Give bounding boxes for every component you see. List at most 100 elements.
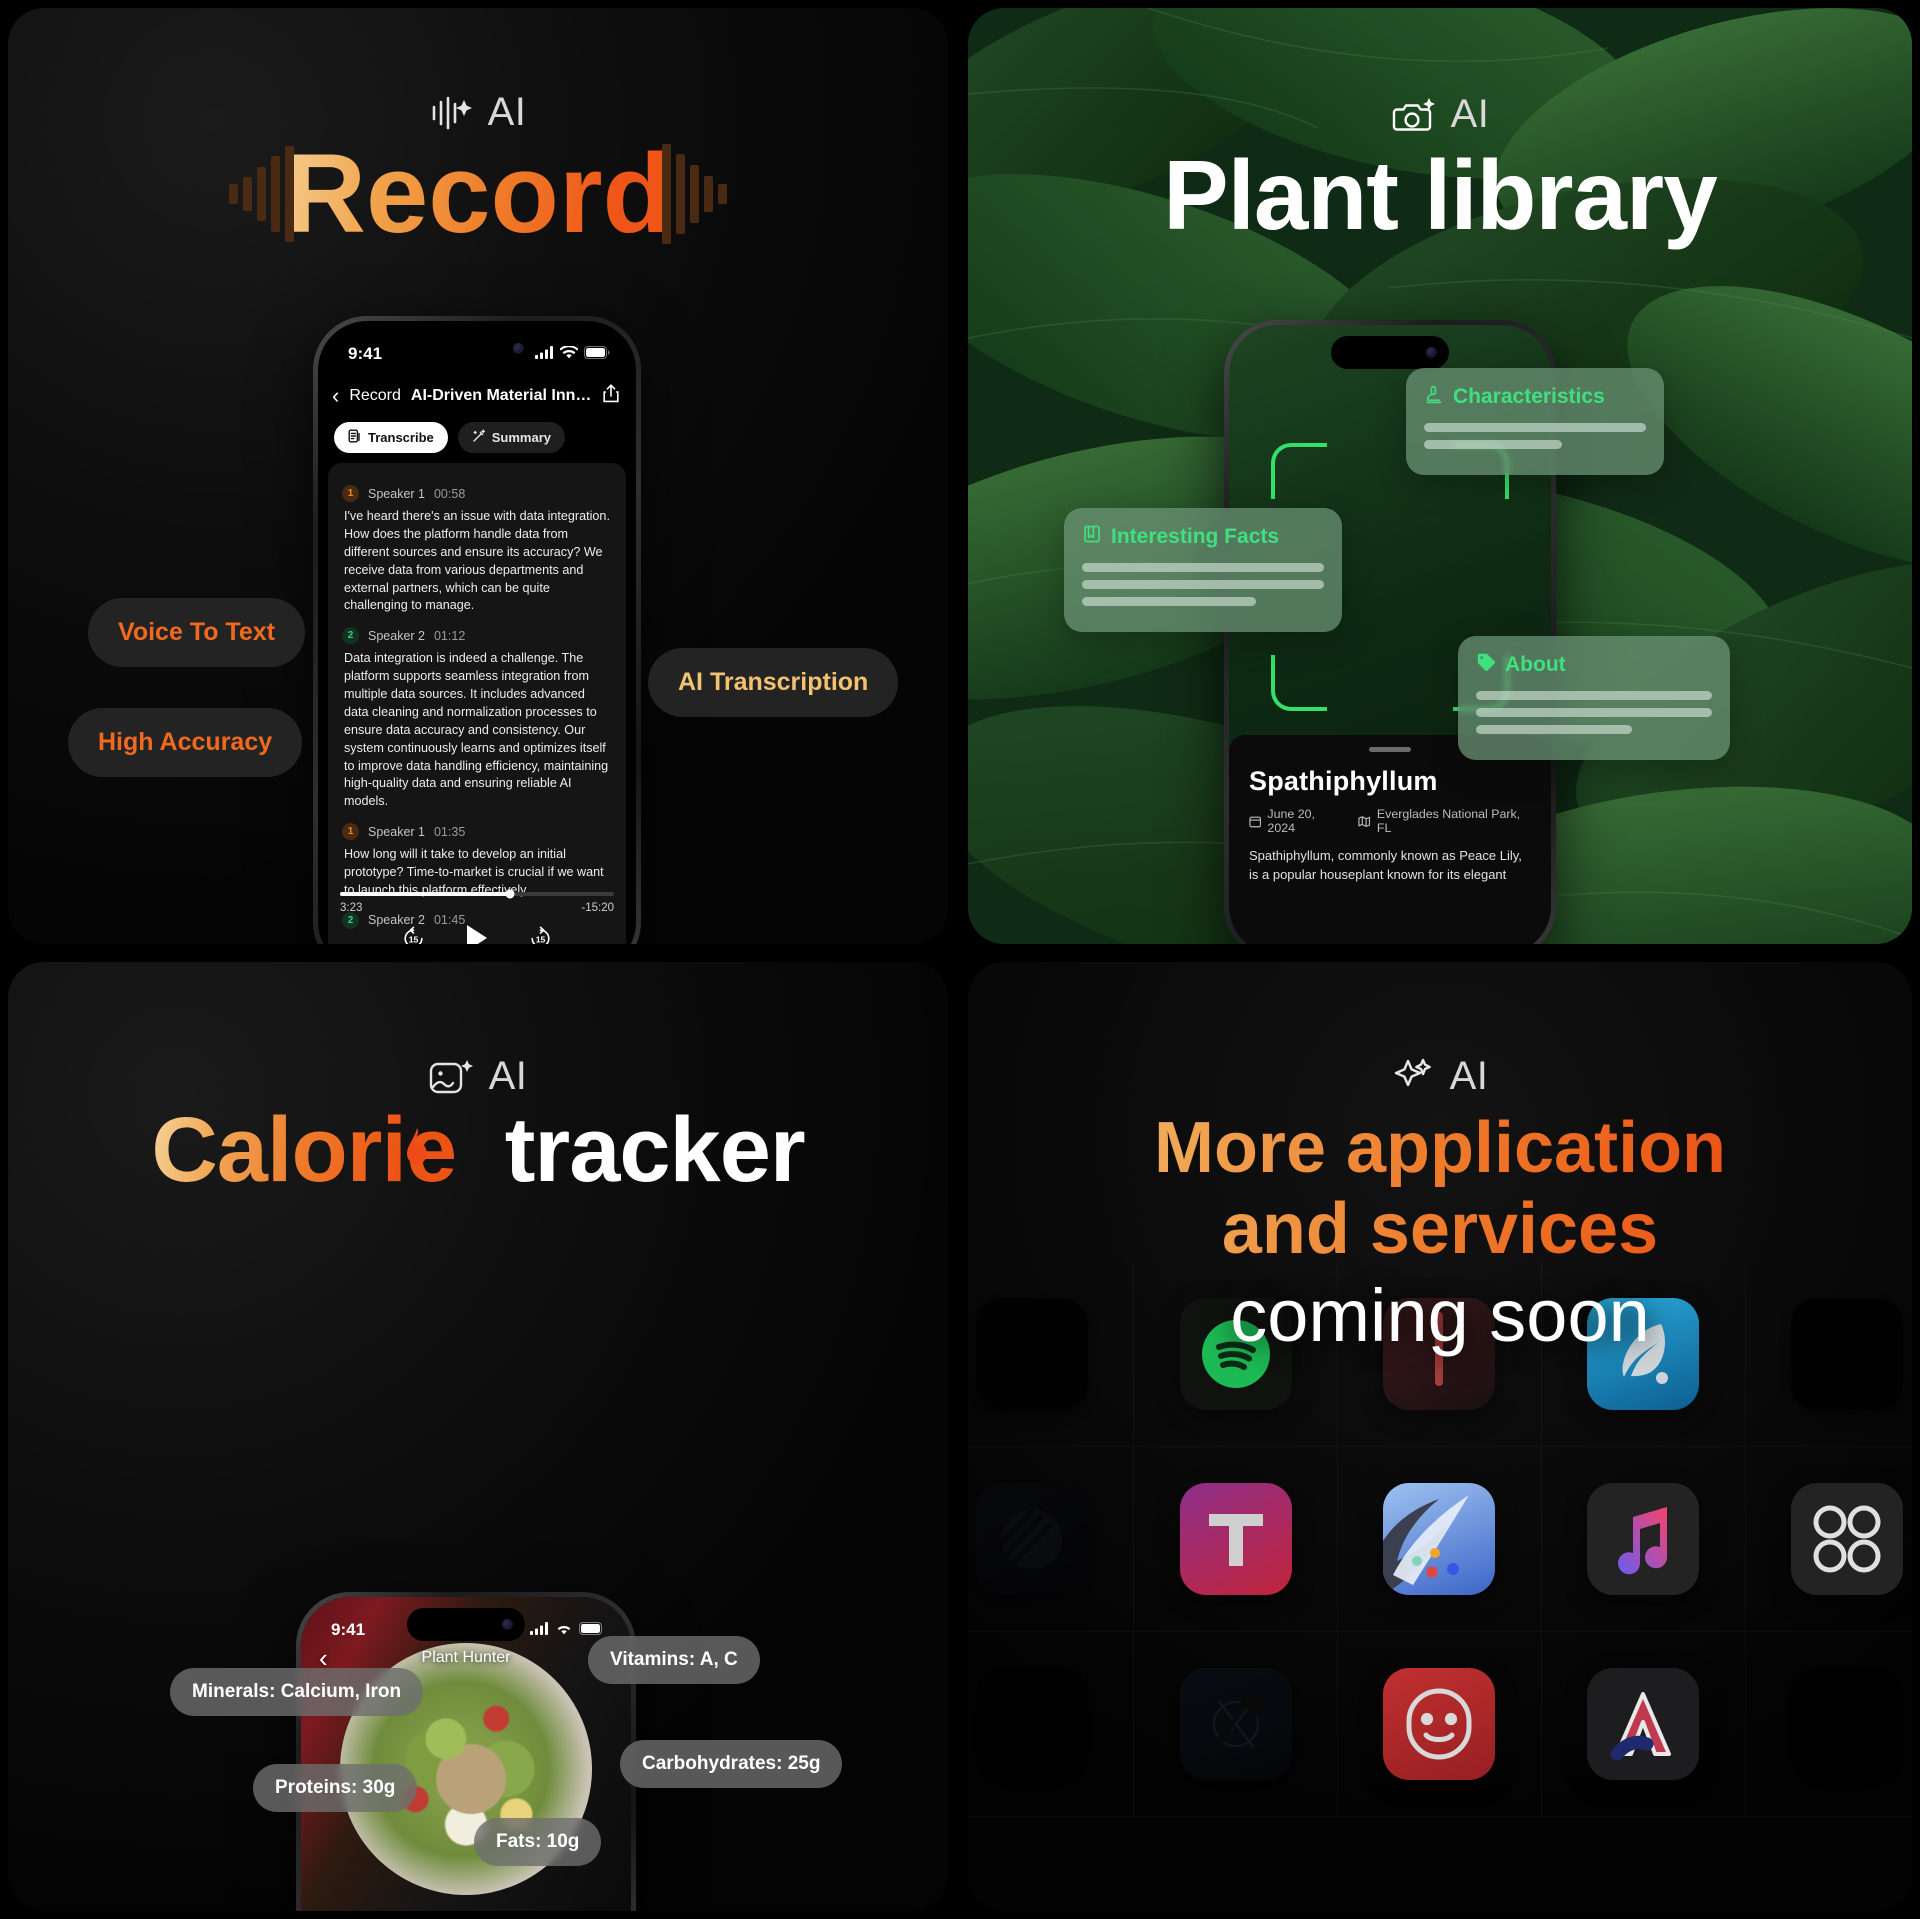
audio-waveform-sparkle-icon [430,93,474,133]
remaining-time: -15:20 [581,902,614,914]
pill-minerals[interactable]: Minerals: Calcium, Iron [170,1668,424,1716]
plant-location: Everglades National Park, FL [1358,807,1531,835]
plant-detail-card: Spathiphyllum June 20, 2024 Everglades N… [1229,735,1551,944]
pill-ai-transcription[interactable]: AI Transcription [648,648,899,717]
transcribe-icon [348,429,362,446]
skeleton-line [1082,563,1324,572]
calorie-ai-label: AI [488,1054,528,1098]
dynamic-island [1331,336,1449,369]
disc-icon [997,1507,1062,1569]
photo-sparkle-icon [429,1057,475,1097]
panel-more-apps: AI More application and services coming … [968,962,1912,1911]
info-card-interesting-facts[interactable]: Interesting Facts [1064,508,1342,632]
info-card-characteristics[interactable]: Characteristics [1406,368,1664,475]
smiley-app[interactable] [1383,1668,1496,1780]
record-phone-screen: 9:41 ‹ Record AI-Driven Material Inno...… [318,321,636,944]
arc-app[interactable] [1587,1668,1700,1780]
typeface-app[interactable] [1179,1483,1292,1595]
arc-letter-icon [1610,1692,1672,1761]
calorie-headline-plain: tracker [504,1099,806,1201]
letter-t-icon [1208,1514,1263,1566]
plant-description: Spathiphyllum, commonly known as Peace L… [1249,848,1522,882]
tab-summary[interactable]: Summary [457,422,566,453]
placeholder-app-d[interactable] [1791,1668,1904,1780]
skeleton-line [1424,423,1646,432]
play-icon[interactable] [464,924,490,944]
record-ai-badge: AI [8,90,948,135]
speaker-badge: 1 [342,485,359,502]
info-card-title: About [1505,652,1566,676]
back-chevron-icon[interactable]: ‹ [332,384,339,407]
app-cell[interactable] [968,1632,1134,1817]
skeleton-line [1424,440,1562,449]
pill-voice-to-text[interactable]: Voice To Text [88,598,305,667]
wallpaper-app[interactable] [1383,1483,1496,1595]
flame-accent-icon [402,1088,432,1180]
transcript-scroll[interactable]: 1 Speaker 1 00:58 I've heard there's an … [328,463,626,944]
microscope-icon [1424,384,1444,409]
app-cell[interactable] [968,1447,1134,1632]
peel-icon [1383,1495,1470,1595]
transcript-entry: 1 Speaker 1 00:58 I've heard there's an … [342,485,612,615]
wifi-icon [559,344,579,364]
forward-15-button[interactable]: 15 [528,926,553,944]
rewind-15-button[interactable]: 15 [401,926,426,944]
record-phone: 9:41 ‹ Record AI-Driven Material Inno...… [313,316,641,944]
disc-app[interactable] [975,1483,1088,1595]
sparkles-icon [1392,1057,1436,1097]
calorie-statusbar: 9:41 [301,1597,631,1649]
book-icon [1082,524,1102,549]
sheet-grabber[interactable] [1369,747,1411,752]
music-app[interactable] [1587,1483,1700,1595]
waveform-left [229,138,295,250]
progress-slider[interactable] [340,889,614,899]
transcript-text: I've heard there's an issue with data in… [344,509,610,613]
pill-fats[interactable]: Fats: 10g [474,1818,602,1866]
app-cell[interactable] [1746,1447,1912,1632]
pill-proteins[interactable]: Proteins: 30g [253,1764,418,1812]
skeleton-line [1476,708,1712,717]
cellular-icon [535,344,554,364]
hammer-icon [1208,1693,1265,1758]
smiley-icon [1406,1688,1472,1760]
xcode-app[interactable] [1179,1668,1292,1780]
wifi-icon [555,1620,573,1640]
pill-vitamins[interactable]: Vitamins: A, C [588,1636,760,1684]
info-card-title: Characteristics [1453,384,1605,408]
figma-app[interactable] [1791,1483,1904,1595]
app-cell[interactable] [1338,1632,1542,1817]
app-cell[interactable] [1542,1447,1746,1632]
app-cell[interactable] [1134,1447,1338,1632]
status-time: 9:41 [331,1620,366,1639]
back-label[interactable]: Record [349,387,401,405]
info-card-about[interactable]: About [1458,636,1730,760]
plant-ai-badge: AI [968,92,1912,137]
app-icon-grid [968,1262,1912,1911]
waveform-right [661,138,727,250]
record-ai-label: AI [487,90,527,134]
transcript-entry: 2 Speaker 2 01:12 Data integration is in… [342,627,612,811]
speaker-badge: 2 [342,627,359,645]
app-cell[interactable] [1338,1447,1542,1632]
sparkle-wand-icon [472,429,486,446]
pill-carbohydrates[interactable]: Carbohydrates: 25g [620,1740,843,1788]
scan-corner-bl [1271,655,1327,711]
svg-text:15: 15 [536,934,546,944]
scan-corner-tl [1271,443,1327,499]
app-cell[interactable] [1746,1632,1912,1817]
share-icon[interactable] [602,383,620,408]
cellular-icon [530,1620,549,1640]
record-headline: Record [285,131,671,256]
tab-transcribe[interactable]: Transcribe [334,422,448,453]
camera-sparkle-icon [1391,95,1437,135]
skeleton-line [1476,725,1632,734]
skeleton-line [1476,691,1712,700]
panel-plant-library: AI Plant library Spathiphyllum June 20, … [968,8,1912,944]
app-cell[interactable] [1542,1632,1746,1817]
more-headline-line3: coming soon [1230,1274,1650,1358]
pill-high-accuracy[interactable]: High Accuracy [68,708,303,777]
placeholder-app-c[interactable] [975,1668,1088,1780]
app-cell[interactable] [1134,1632,1338,1817]
calorie-headline: Calorie tracker [8,1104,948,1196]
record-statusbar: 9:41 [318,321,636,373]
